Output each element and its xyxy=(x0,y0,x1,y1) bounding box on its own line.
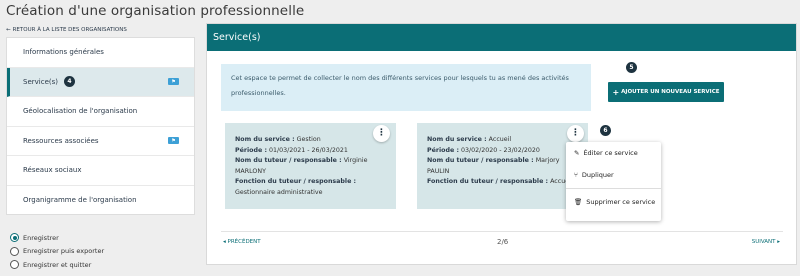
service-period: 03/02/2020 - 23/02/2020 xyxy=(460,146,540,154)
field-label: Période : xyxy=(235,146,267,154)
menu-divider xyxy=(566,188,661,189)
flag-icon: ⚑ xyxy=(168,78,179,86)
service-name: Accueil xyxy=(488,136,512,143)
next-link[interactable]: SUIVANT ▸ xyxy=(752,239,780,245)
sidebar-item-label: Service(s) xyxy=(23,77,58,86)
trash-icon: 🗑 xyxy=(574,198,583,206)
radio-icon[interactable] xyxy=(10,260,19,270)
menu-item-duplicate[interactable]: ⑂ Dupliquer xyxy=(566,164,661,186)
previous-link[interactable]: ◂ PRÉCÉDENT xyxy=(223,239,261,245)
sidebar-item-ressources[interactable]: Ressources associées ⚑ xyxy=(7,127,194,156)
branch-icon: ⑂ xyxy=(574,171,578,179)
services-panel: Service(s) Cet espace te permet de colle… xyxy=(206,23,797,265)
save-option-label: Enregistrer puis exporter xyxy=(23,247,105,256)
sidebar-item-reseaux[interactable]: Réseaux sociaux xyxy=(7,156,194,186)
sidebar-item-geolocalisation[interactable]: Géolocalisation de l'organisation xyxy=(7,97,194,127)
sidebar-item-label: Réseaux sociaux xyxy=(23,166,82,175)
kebab-menu-icon[interactable]: ⋮ xyxy=(373,125,390,142)
sidebar-item-informations[interactable]: Informations générales xyxy=(7,38,194,68)
step-badge: 4 xyxy=(63,76,75,88)
pencil-icon: ✎ xyxy=(574,149,580,157)
sidebar-item-services[interactable]: Service(s) 4 ⚑ xyxy=(7,67,194,97)
sidebar-item-organigramme[interactable]: Organigramme de l'organisation xyxy=(7,186,194,216)
service-card-accueil: Nom du service : Accueil Période : 03/02… xyxy=(417,123,588,209)
sidebar: Informations générales Service(s) 4 ⚑ Gé… xyxy=(6,37,195,215)
service-period: 01/03/2021 - 26/03/2021 xyxy=(268,146,348,154)
field-label: Fonction du tuteur / responsable : xyxy=(235,178,357,185)
field-label: Fonction du tuteur / responsable : xyxy=(427,178,549,185)
arrow-left-icon: ← xyxy=(6,27,11,33)
service-name: Gestion xyxy=(296,136,321,143)
field-label: Période : xyxy=(427,146,459,154)
add-service-label: AJOUTER UN NOUVEAU SERVICE xyxy=(621,89,720,95)
sidebar-item-label: Informations générales xyxy=(23,48,104,57)
menu-item-label: Éditer ce service xyxy=(583,149,638,157)
radio-icon[interactable] xyxy=(10,246,19,256)
radio-checked-icon[interactable] xyxy=(10,233,19,243)
menu-item-delete[interactable]: 🗑 Supprimer ce service xyxy=(566,191,661,213)
save-option-exporter[interactable]: Enregistrer puis exporter xyxy=(10,245,104,259)
menu-item-edit[interactable]: ✎ Éditer ce service xyxy=(566,142,661,164)
sidebar-item-label: Géolocalisation de l'organisation xyxy=(23,107,138,116)
page-title: Création d'une organisation professionne… xyxy=(6,3,305,19)
menu-item-label: Dupliquer xyxy=(581,171,614,179)
info-box: Cet espace te permet de collecter le nom… xyxy=(221,64,591,111)
service-card-gestion: Nom du service : Gestion Période : 01/03… xyxy=(225,123,396,209)
service-function: Gestionnaire administrative xyxy=(235,188,323,196)
save-option-label: Enregistrer et quitter xyxy=(23,260,92,269)
menu-item-label: Supprimer ce service xyxy=(586,198,656,206)
field-label: Nom du tuteur / responsable : xyxy=(235,157,342,164)
sidebar-item-label: Ressources associées xyxy=(23,136,99,145)
save-options: Enregistrer Enregistrer puis exporter En… xyxy=(10,231,104,272)
sidebar-item-label: Organigramme de l'organisation xyxy=(23,196,137,205)
save-option-quitter[interactable]: Enregistrer et quitter xyxy=(10,258,104,272)
panel-header: Service(s) xyxy=(207,24,796,51)
save-option-label: Enregistrer xyxy=(23,233,59,242)
back-link-label: RETOUR À LA LISTE DES ORGANISATIONS xyxy=(12,27,127,33)
field-label: Nom du service : xyxy=(427,136,487,143)
step-badge-5: 5 xyxy=(626,62,637,73)
service-context-menu: ✎ Éditer ce service ⑂ Dupliquer 🗑 Suppri… xyxy=(566,142,661,221)
page-indicator: 2/6 xyxy=(497,238,509,246)
field-label: Nom du service : xyxy=(235,136,295,143)
flag-icon: ⚑ xyxy=(168,137,179,145)
back-link[interactable]: ← RETOUR À LA LISTE DES ORGANISATIONS xyxy=(6,27,127,33)
step-badge-6: 6 xyxy=(600,125,611,136)
kebab-menu-icon[interactable]: ⋮ xyxy=(567,125,584,142)
field-label: Nom du tuteur / responsable : xyxy=(427,157,534,164)
save-option-enregistrer[interactable]: Enregistrer xyxy=(10,231,104,245)
pager-divider xyxy=(221,231,783,232)
plus-icon: + xyxy=(612,87,620,97)
add-service-button[interactable]: + AJOUTER UN NOUVEAU SERVICE xyxy=(608,82,724,102)
